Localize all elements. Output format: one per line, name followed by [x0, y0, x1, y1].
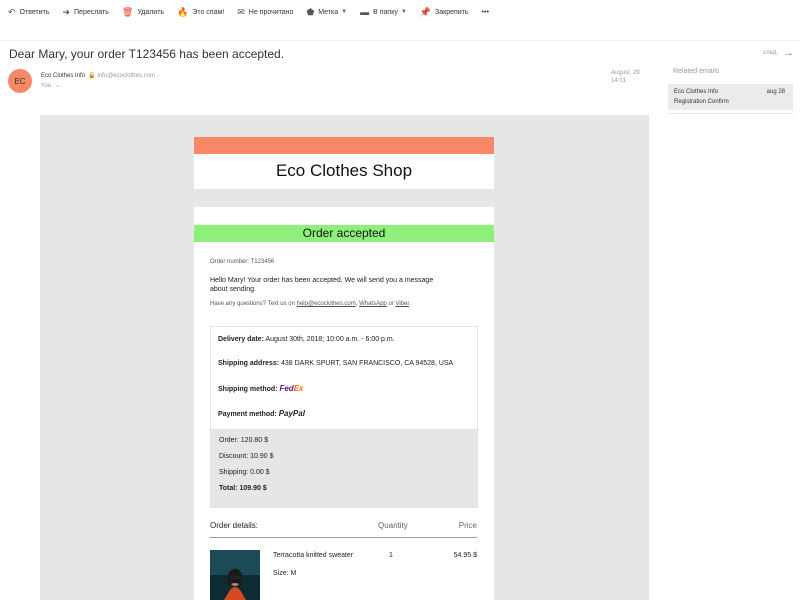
related-emails-title: Related emails: [673, 68, 720, 75]
product-image[interactable]: [210, 550, 260, 600]
lock-icon: 🔒: [88, 73, 96, 79]
shipping-amount: Shipping: 0.00 $: [219, 469, 270, 476]
header-divider: [0, 40, 800, 41]
mark-unread-button[interactable]: ✉ Не прочитано: [237, 0, 293, 24]
forward-icon: ➜: [62, 6, 71, 17]
envelope-icon: ✉: [237, 6, 245, 17]
related-email-from: Eco Clothes Info: [674, 89, 719, 95]
spam-button[interactable]: 🔥 Это спам!: [177, 0, 224, 24]
avatar[interactable]: EC: [8, 69, 32, 93]
email-body: Eco Clothes Shop Order accepted Order nu…: [40, 115, 649, 600]
price-header: Price: [458, 521, 477, 530]
whatsapp-link[interactable]: WhatsApp: [359, 301, 387, 307]
sender-email[interactable]: info@ecoclothes.com: [98, 73, 155, 79]
delivery-date: Delivery date: August 30th, 2018; 10:00 …: [218, 336, 395, 343]
related-email-item[interactable]: Eco Clothes Info aug 28 Registration Con…: [668, 84, 793, 110]
sender-name[interactable]: Eco Clothes Info: [41, 73, 85, 79]
help-email-link[interactable]: help@ecoclothes.com: [297, 301, 356, 307]
total-amount: Total: 109.90 $: [219, 485, 267, 492]
contact-text: Have any questions? Text us on help@ecoc…: [210, 301, 411, 307]
email-date: August, 29 14:01: [611, 70, 640, 84]
shop-name: Eco Clothes Shop: [275, 161, 413, 180]
discount-amount: Discount: 10.90 $: [219, 453, 274, 460]
shipping-method: Shipping method: FedEx: [218, 384, 304, 393]
arrow-right-icon: →: [783, 47, 794, 59]
chevron-down-icon: ▼: [400, 9, 407, 15]
delete-button[interactable]: 🗑 Удалить: [122, 0, 164, 24]
move-to-folder-button[interactable]: ▬ В папку ▼: [360, 0, 407, 24]
product-quantity: 1: [389, 552, 393, 559]
shipping-address: Shipping address: 438 DARK SPURT, SAN FR…: [218, 360, 454, 367]
quantity-header: Quantity: [378, 521, 408, 530]
totals-section: Order: 120.80 $ Discount: 10.90 $ Shippi…: [211, 429, 477, 507]
order-amount: Order: 120.80 $: [219, 437, 269, 444]
fedex-logo: FedEx: [279, 384, 304, 393]
folder-icon: ▬: [360, 6, 370, 17]
label-button[interactable]: ⬟ Метка ▼: [306, 0, 347, 24]
greeting-text: Hello Mary! Your order has been accepted…: [210, 277, 434, 293]
chevron-down-icon: ⌄: [55, 83, 61, 89]
product-size: Size: M: [273, 570, 297, 577]
order-details-header: Order details: Quantity Price: [210, 521, 477, 538]
forward-button[interactable]: ➜ Переслать: [62, 0, 108, 24]
order-accepted-banner: Order accepted: [194, 225, 494, 242]
accent-bar: [194, 137, 494, 154]
related-email-subject: Registration Confirm: [674, 99, 729, 105]
sender-info: Eco Clothes Info 🔒 info@ecoclothes.com: [41, 72, 155, 80]
related-email-date: aug 28: [766, 89, 785, 95]
order-info-box: Delivery date: August 30th, 2018; 10:00 …: [210, 326, 478, 508]
payment-method: Payment method: PayPal: [218, 409, 305, 418]
shop-header: Eco Clothes Shop: [194, 137, 494, 189]
recipient-info[interactable]: You ⌄: [41, 82, 60, 89]
more-icon: •••: [481, 8, 489, 16]
chevron-down-icon: ▼: [341, 9, 348, 15]
trash-icon: 🗑: [121, 6, 134, 17]
pin-button[interactable]: 📌 Закрепить: [420, 0, 469, 24]
viber-link[interactable]: Viber: [395, 301, 409, 307]
product-name[interactable]: Terracotta knitted sweater: [273, 552, 353, 559]
product-price: 54.95 $: [453, 552, 477, 559]
toolbar: ↶ Ответить ➜ Переслать 🗑 Удалить 🔥 Это спам!…: [0, 0, 800, 24]
next-email-link[interactable]: след. →: [763, 47, 794, 59]
pin-icon: 📌: [419, 6, 432, 17]
order-details-label: Order details:: [210, 521, 259, 530]
email-subject: Dear Mary, your order T123456 has been a…: [9, 47, 285, 61]
order-card: Order accepted Order number: T123456 Hel…: [194, 207, 494, 600]
reply-button[interactable]: ↶ Ответить: [8, 0, 49, 24]
more-button[interactable]: •••: [482, 0, 489, 24]
order-number: Order number: T123456: [210, 259, 275, 265]
fire-icon: 🔥: [177, 6, 189, 17]
paypal-logo: PayPal: [278, 409, 305, 418]
related-divider: [668, 113, 793, 114]
tag-icon: ⬟: [306, 6, 315, 17]
reply-icon: ↶: [8, 6, 16, 17]
